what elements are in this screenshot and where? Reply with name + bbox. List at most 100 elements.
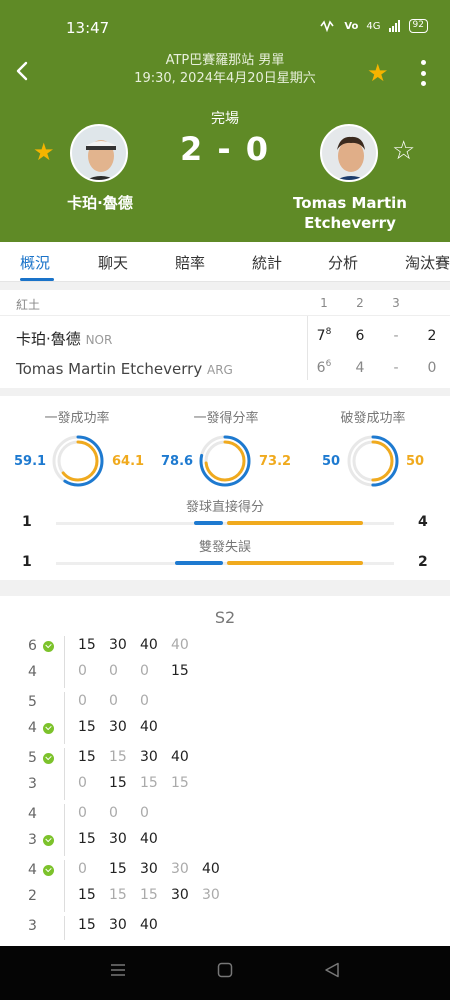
point-score: 30	[171, 861, 189, 877]
game-score: 3	[28, 914, 37, 938]
serve-check-icon	[42, 834, 54, 846]
gauge-title: 一發成功率	[44, 411, 110, 426]
point-score: 40	[202, 861, 220, 877]
point-sequence: 0 15 30 30 40	[78, 861, 233, 877]
game-divider	[64, 804, 65, 856]
game-divider	[64, 748, 65, 800]
point-score: 15	[78, 831, 96, 847]
point-score: 15	[140, 775, 158, 791]
active-tab-indicator	[20, 278, 54, 281]
set1-score: 66	[316, 359, 332, 376]
signal-icon	[388, 20, 400, 32]
gauge-title: 一發得分率	[193, 411, 259, 426]
scoreboard-divider	[0, 315, 450, 316]
point-score: 15	[171, 663, 189, 679]
player2-favorite-star-icon[interactable]: ☆	[392, 136, 415, 166]
point-score: 30	[109, 637, 127, 653]
point-score: 40	[171, 749, 189, 765]
system-icons: Vo 4G 92	[320, 19, 428, 33]
scoreboard-column-divider	[307, 316, 308, 380]
player1-name[interactable]: 卡珀·魯德	[40, 193, 160, 213]
set3-score: -	[393, 360, 399, 376]
tab-chat[interactable]: 聊天	[98, 252, 128, 273]
game-divider	[64, 692, 65, 744]
home-icon[interactable]	[217, 962, 233, 978]
match-score: 2 - 0	[179, 130, 271, 168]
point-score: 0	[78, 693, 87, 709]
game-score: 2	[28, 884, 37, 908]
bar-left-value: 1	[22, 514, 32, 530]
point-score: 15	[78, 917, 96, 933]
battery-icon: 92	[408, 19, 428, 33]
set3-score: -	[393, 328, 399, 344]
games-count: 3	[28, 918, 37, 934]
point-score: 0	[78, 775, 87, 791]
gauge-title: 破發成功率	[340, 411, 406, 426]
tab-overview[interactable]: 概況	[20, 252, 50, 273]
game-row: 5 15 15 30 40 3 0 15 15 15	[0, 746, 450, 802]
row-player-name: 卡珀·魯德 NOR	[16, 330, 113, 348]
games-count: 4	[28, 862, 37, 878]
games-count: 2	[28, 888, 37, 904]
gauge-right-value: 50	[406, 454, 425, 469]
point-sequence: 15 30 40	[78, 917, 171, 933]
serve-check-icon	[42, 722, 54, 734]
tab-stats[interactable]: 統計	[252, 252, 282, 273]
volte-icon: Vo	[344, 20, 359, 32]
set2-score: 6	[355, 328, 365, 344]
point-score: 30	[140, 861, 158, 877]
game-row: 3 15 30 40	[0, 914, 450, 946]
serve-check-icon	[42, 752, 54, 764]
games-count: 6	[28, 638, 37, 654]
game-score: 3	[28, 772, 37, 796]
point-sequence: 0 0 0 15	[78, 663, 202, 679]
game-score: 5	[28, 746, 54, 770]
sets-total: 2	[427, 328, 437, 344]
player2-name[interactable]: Tomas Martin Etcheverry	[285, 193, 415, 233]
games-count: 5	[28, 694, 37, 710]
bar-title: 雙發失誤	[198, 540, 251, 555]
set2-score: 4	[355, 360, 365, 376]
point-score: 40	[140, 917, 158, 933]
player2-avatar[interactable]	[320, 124, 378, 182]
game-score: 4	[28, 660, 37, 684]
game-divider	[64, 636, 65, 688]
back-nav-icon[interactable]	[324, 962, 340, 978]
menu-icon[interactable]	[110, 962, 126, 978]
more-options-icon[interactable]	[414, 60, 432, 86]
tab-bracket[interactable]: 淘汰賽	[405, 252, 450, 273]
point-sequence: 0 15 15 15	[78, 775, 202, 791]
games-count: 3	[28, 832, 37, 848]
game-score: 4	[28, 716, 54, 740]
gauge-left-value: 50	[322, 454, 341, 469]
match-status: 完場	[211, 111, 239, 127]
games-count: 4	[28, 806, 37, 822]
set1-header: 1	[320, 296, 328, 310]
set2-header: 2	[356, 296, 364, 310]
gauge-right-value: 73.2	[259, 454, 292, 469]
point-score: 15	[78, 637, 96, 653]
games-count: 4	[28, 664, 37, 680]
match-header: 13:47 Vo 4G 92 ATP巴賽羅那站 男單 19:30, 2024年4…	[0, 0, 450, 242]
favorite-match-star-icon[interactable]: ★	[367, 59, 389, 87]
serve-check-icon	[42, 864, 54, 876]
point-sequence: 15 30 40	[78, 719, 171, 735]
bar-right-value: 4	[418, 514, 428, 530]
player1-favorite-star-icon[interactable]: ★	[33, 138, 55, 166]
point-score: 30	[109, 831, 127, 847]
point-score: 15	[109, 775, 127, 791]
set3-header: 3	[392, 296, 400, 310]
tab-analysis[interactable]: 分析	[328, 252, 358, 273]
tab-odds[interactable]: 賠率	[175, 252, 205, 273]
player1-avatar[interactable]	[70, 124, 128, 182]
bar-title: 發球直接得分	[185, 500, 264, 515]
point-sequence: 15 30 40 40	[78, 637, 202, 653]
android-nav-bar	[0, 946, 450, 1000]
bar-right-fill	[227, 561, 363, 565]
bar-right-fill	[227, 521, 363, 525]
game-row: 6 15 30 40 40 4 0 0 0 15	[0, 634, 450, 690]
surface-label: 紅土	[16, 298, 41, 312]
game-row: 4 0 15 30 30 40 2 15 15 15 30 30	[0, 858, 450, 914]
gauge-left-value: 78.6	[161, 454, 194, 469]
row-player-name: Tomas Martin Etcheverry ARG	[16, 360, 233, 378]
